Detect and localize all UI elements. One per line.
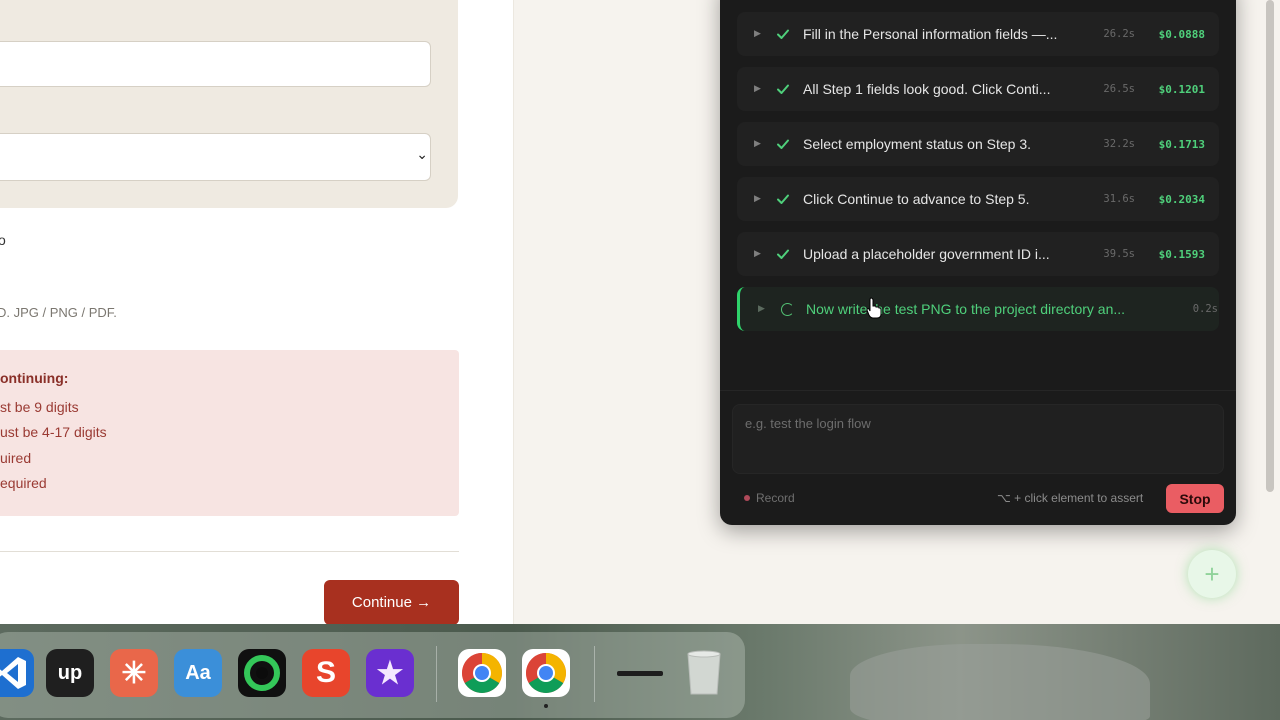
chrome-icon[interactable]: [522, 649, 570, 697]
expand-caret-icon[interactable]: ▶: [754, 139, 764, 149]
browser-window: ⌄ o D. JPG / PNG / PDF. ontinuing: st be…: [0, 0, 1280, 624]
step-duration: 39.5s: [1103, 248, 1135, 260]
step-cost: $0.2034: [1158, 192, 1205, 206]
record-button[interactable]: Record: [744, 491, 795, 505]
step-cost: $0.1593: [1158, 247, 1205, 261]
step-row[interactable]: ▶ Now write the test PNG to the project d…: [737, 287, 1219, 331]
step-description: Upload a placeholder government ID i...: [803, 246, 1050, 262]
text-field[interactable]: [0, 41, 431, 87]
step-duration: 26.5s: [1103, 83, 1135, 95]
assert-hint: ⌥ + click element to assert: [997, 491, 1144, 505]
minimized-window-icon[interactable]: [616, 649, 664, 697]
record-label: Record: [756, 491, 795, 505]
upload-hint: D. JPG / PNG / PDF.: [0, 305, 117, 320]
form-page: ⌄ o D. JPG / PNG / PDF. ontinuing: st be…: [0, 0, 514, 624]
step-description: Fill in the Personal information fields …: [803, 26, 1058, 42]
hand-pointer-icon: [866, 297, 882, 319]
step-description: Select employment status on Step 3.: [803, 136, 1032, 152]
prompt-input[interactable]: [732, 404, 1224, 474]
step-duration: 32.2s: [1103, 138, 1135, 150]
checkmark-icon: [775, 26, 791, 42]
checkmark-icon: [775, 191, 791, 207]
chevron-down-icon: ⌄: [416, 147, 428, 163]
add-fab-button[interactable]: +: [1188, 550, 1236, 598]
s-app-icon[interactable]: S: [302, 649, 350, 697]
app-glyph: ✳: [121, 656, 147, 690]
step-cost: $0.1201: [1158, 82, 1205, 96]
expand-caret-icon[interactable]: ▶: [754, 249, 764, 259]
step-row[interactable]: ▶ Fill in the Personal information fields…: [737, 12, 1219, 56]
continue-button[interactable]: Continue →: [324, 580, 459, 624]
claude-icon[interactable]: ✳: [110, 649, 158, 697]
step-cost: $0.1713: [1158, 137, 1205, 151]
record-dot-icon: [744, 495, 750, 501]
expand-caret-icon[interactable]: ▶: [758, 304, 768, 314]
step-duration: 26.2s: [1103, 28, 1135, 40]
scrollbar[interactable]: [1266, 0, 1274, 492]
error-item: ust be 4-17 digits: [0, 424, 107, 440]
expand-caret-icon[interactable]: ▶: [754, 194, 764, 204]
upwork-icon[interactable]: up: [46, 649, 94, 697]
dictionary-icon[interactable]: Aa: [174, 649, 222, 697]
upload-label-fragment: o: [0, 232, 6, 248]
app-glyph: S: [315, 656, 336, 689]
expand-caret-icon[interactable]: ▶: [754, 84, 764, 94]
stop-button[interactable]: Stop: [1166, 484, 1224, 513]
checkmark-icon: [775, 81, 791, 97]
plus-icon: +: [1204, 558, 1220, 589]
step-description: Now write the test PNG to the project di…: [806, 301, 1126, 317]
step-row[interactable]: ▶ All Step 1 fields look good. Click Cont…: [737, 67, 1219, 111]
wallpaper-rock: [850, 644, 1150, 720]
error-item: uired: [0, 450, 32, 466]
step-row[interactable]: ▶ Select employment status on Step 3. 32.2…: [737, 122, 1219, 166]
step-row[interactable]: ▶ Upload a placeholder government ID i...…: [737, 232, 1219, 276]
error-item: equired: [0, 475, 47, 491]
spinner-icon: [781, 302, 794, 316]
app-glyph: Aa: [185, 661, 211, 684]
agent-panel: ▶ Fill in the Personal information fields…: [720, 0, 1236, 525]
checkmark-icon: [775, 246, 791, 262]
running-indicator: [544, 704, 548, 708]
error-item: st be 9 digits: [0, 399, 79, 415]
imovie-icon[interactable]: ★: [366, 649, 414, 697]
step-cost: $0.0888: [1158, 27, 1205, 41]
trash-icon[interactable]: [680, 649, 728, 697]
select-field[interactable]: ⌄: [0, 133, 431, 181]
step-duration: 31.6s: [1103, 193, 1135, 205]
expand-caret-icon[interactable]: ▶: [754, 29, 764, 39]
error-title: ontinuing:: [0, 370, 69, 386]
divider: [0, 551, 459, 552]
step-row[interactable]: ▶ Click Continue to advance to Step 5. 31.…: [737, 177, 1219, 221]
dock-separator: [594, 646, 595, 702]
chrome-icon[interactable]: [458, 649, 506, 697]
vscode-icon[interactable]: [0, 649, 34, 697]
dock-separator: [436, 646, 437, 702]
step-duration: 0.2s: [1192, 303, 1218, 315]
step-description: All Step 1 fields look good. Click Conti…: [803, 81, 1051, 97]
app-glyph: up: [57, 661, 83, 684]
step-description: Click Continue to advance to Step 5.: [803, 191, 1030, 207]
camera-shutter-icon[interactable]: [238, 649, 286, 697]
divider: [720, 390, 1236, 391]
checkmark-icon: [775, 136, 791, 152]
app-glyph: ★: [376, 656, 404, 690]
